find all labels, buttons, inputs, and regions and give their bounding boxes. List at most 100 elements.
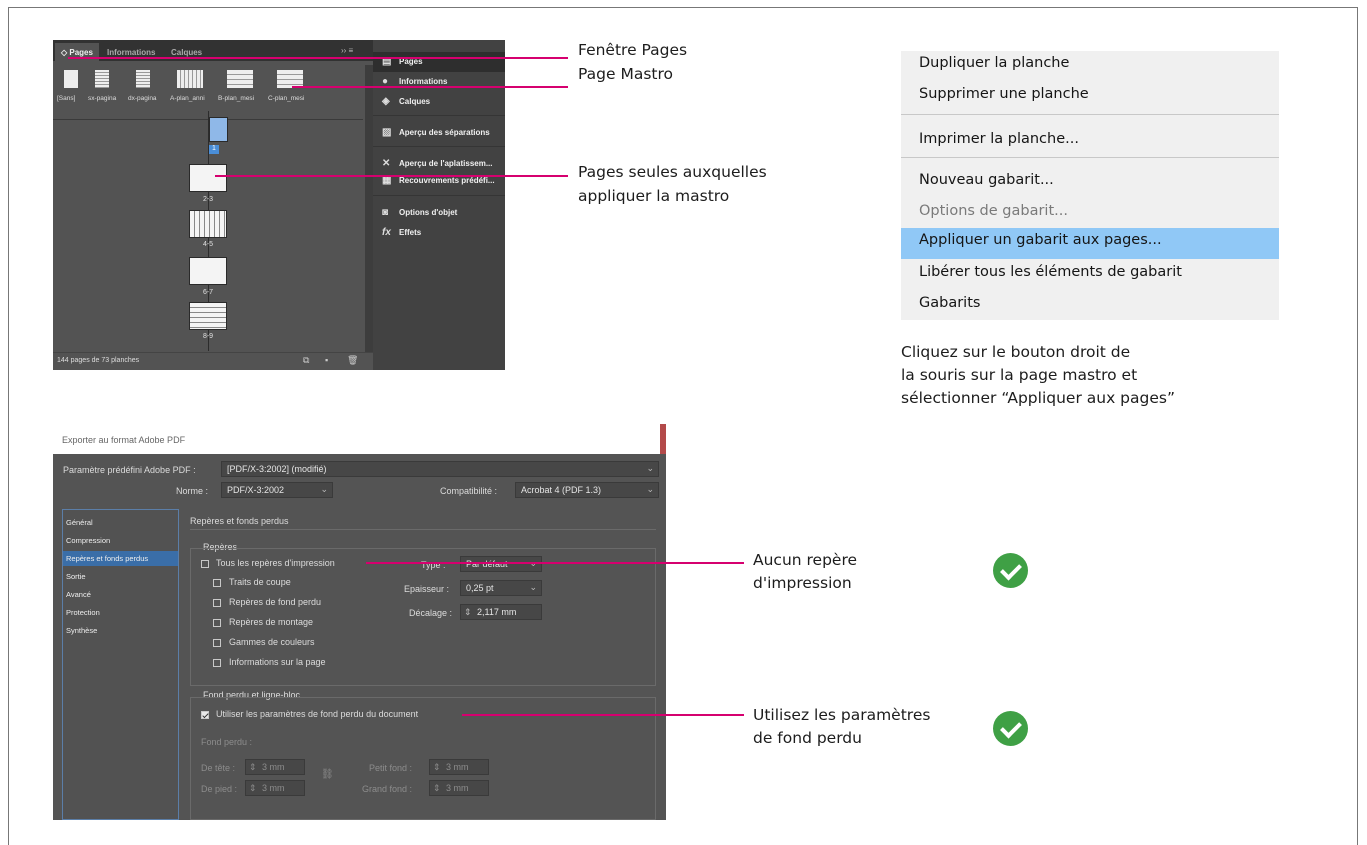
dock-item-calques[interactable]: ◈ Calques xyxy=(373,92,505,112)
annotation-pages-seules-2: appliquer la mastro xyxy=(578,187,730,205)
dock-label: Recouvrements prédéfi... xyxy=(399,176,495,185)
annotation-cliquez-1: Cliquez sur le bouton droit de xyxy=(901,343,1131,361)
panel-dock: ▤ Pages ● Informations ◈ Calques ▨ Aperçu de… xyxy=(373,40,505,370)
bleed-marks-checkbox[interactable] xyxy=(213,599,221,607)
page-label-1: 1 xyxy=(209,145,219,154)
epaisseur-select[interactable]: 0,25 pt ⌄ xyxy=(460,580,542,596)
section-reperes[interactable]: Repères et fonds perdus xyxy=(63,551,178,566)
menu-item-imprimer[interactable]: Imprimer la planche... xyxy=(901,127,1279,155)
menu-item-supprimer[interactable]: Supprimer une planche xyxy=(901,82,1279,110)
dock-item-effets[interactable]: fx Effets xyxy=(373,223,505,243)
fx-icon: fx xyxy=(382,227,391,238)
page-info-checkbox[interactable] xyxy=(213,659,221,667)
decalage-input[interactable]: ⇕ 2,117 mm xyxy=(460,604,542,620)
chevron-down-icon: ⌄ xyxy=(646,484,654,494)
de-tete-input: ⇕ 3 mm xyxy=(245,759,305,775)
crop-marks-checkbox[interactable] xyxy=(213,579,221,587)
preset-select[interactable]: [PDF/X-3:2002] (modifié) ⌄ xyxy=(221,461,659,477)
dialog-title: Exporter au format Adobe PDF xyxy=(53,424,666,454)
separations-icon: ▨ xyxy=(382,127,392,138)
dock-item-options-objet[interactable]: ◙ Options d'objet xyxy=(373,203,505,223)
pages-scrollbar[interactable] xyxy=(365,65,373,355)
page-thumb-4-5[interactable] xyxy=(189,210,227,238)
menu-item-liberer[interactable]: Libérer tous les éléments de gabarit xyxy=(901,260,1279,288)
dock-item-informations[interactable]: ● Informations xyxy=(373,72,505,92)
page-size-icon[interactable]: ⧉ xyxy=(303,355,309,366)
master-thumb-sans[interactable] xyxy=(64,70,78,88)
section-sortie[interactable]: Sortie xyxy=(63,569,178,584)
all-marks-label: Tous les repères d'impression xyxy=(216,558,335,568)
master-label: dx-pagina xyxy=(128,95,157,102)
epaisseur-value: 0,25 pt xyxy=(466,583,494,593)
stepper-icon: ⇕ xyxy=(433,783,441,793)
mark-label: Informations sur la page xyxy=(229,657,326,667)
annotation-cliquez-3: sélectionner “Appliquer aux pages” xyxy=(901,389,1175,407)
section-compression[interactable]: Compression xyxy=(63,533,178,548)
pointer-line xyxy=(292,86,568,88)
new-page-icon[interactable]: ▪ xyxy=(325,355,328,365)
menu-item-nouveau-gabarit[interactable]: Nouveau gabarit... xyxy=(901,168,1279,196)
fond-perdu-label: Fond perdu : xyxy=(201,737,253,747)
master-thumb-dx[interactable] xyxy=(136,70,150,88)
stepper-icon: ⇕ xyxy=(249,783,257,793)
color-bars-checkbox[interactable] xyxy=(213,639,221,647)
mark-label: Gammes de couleurs xyxy=(229,637,315,647)
section-synthese[interactable]: Synthèse xyxy=(63,623,178,638)
menu-item-appliquer-gabarit[interactable]: Appliquer un gabarit aux pages... xyxy=(901,228,1279,259)
master-label: A-plan_anni xyxy=(170,95,205,102)
mark-label: Traits de coupe xyxy=(229,577,291,587)
preset-label: Paramètre prédéfini Adobe PDF : xyxy=(63,465,196,475)
use-doc-bleed-checkbox[interactable] xyxy=(201,711,209,719)
mark-label: Repères de fond perdu xyxy=(229,597,322,607)
menu-item-dupliquer[interactable]: Dupliquer la planche xyxy=(901,51,1279,79)
bleed-value: 3 mm xyxy=(262,762,285,772)
dock-item-pages[interactable]: ▤ Pages xyxy=(373,52,505,72)
page-thumb-2-3[interactable] xyxy=(189,164,227,192)
annotation-page-mastro: Page Mastro xyxy=(578,65,673,83)
dock-label: Calques xyxy=(399,97,431,106)
master-label: C-plan_mesi xyxy=(268,95,305,102)
check-icon xyxy=(993,711,1028,746)
flattener-icon: ✕ xyxy=(382,158,391,169)
trash-icon[interactable]: 🗑 xyxy=(347,355,358,366)
decalage-value: 2,117 mm xyxy=(477,607,517,617)
master-thumb-b[interactable] xyxy=(227,70,253,88)
bleed-value: 3 mm xyxy=(446,762,469,772)
menu-item-gabarits[interactable]: Gabarits xyxy=(901,291,1279,319)
dock-separator xyxy=(373,115,505,116)
registration-marks-checkbox[interactable] xyxy=(213,619,221,627)
norme-select[interactable]: PDF/X-3:2002 ⌄ xyxy=(221,482,333,498)
norme-label: Norme : xyxy=(176,486,209,496)
page-thumb-8-9[interactable] xyxy=(189,302,227,330)
section-general[interactable]: Général xyxy=(63,515,178,530)
pages-footer: 144 pages de 73 planches ⧉ ▪ 🗑 xyxy=(53,352,373,370)
de-pied-label: De pied : xyxy=(201,784,238,794)
panel-menu-icon[interactable]: ›› ≡ xyxy=(341,46,353,55)
pages-count: 144 pages de 73 planches xyxy=(57,357,140,364)
object-options-icon: ◙ xyxy=(382,207,389,218)
type-select[interactable]: Par défaut⌄ xyxy=(460,556,542,572)
mark-label: Repères de montage xyxy=(229,617,314,627)
section-heading: Repères et fonds perdus xyxy=(190,516,289,526)
dock-item-trap[interactable]: ▦ Recouvrements prédéfi... xyxy=(373,171,505,191)
page-thumb-6-7[interactable] xyxy=(189,257,227,285)
section-protection[interactable]: Protection xyxy=(63,605,178,620)
compat-value: Acrobat 4 (PDF 1.3) xyxy=(521,485,602,495)
pointer-line xyxy=(68,57,568,59)
de-tete-label: De tête : xyxy=(201,763,236,773)
dock-label: Effets xyxy=(399,228,422,237)
all-marks-checkbox[interactable] xyxy=(201,560,209,568)
petit-fond-label: Petit fond : xyxy=(369,763,413,773)
dock-item-separations[interactable]: ▨ Aperçu des séparations xyxy=(373,123,505,143)
section-avance[interactable]: Avancé xyxy=(63,587,178,602)
annotation-cliquez-2: la souris sur la page mastro et xyxy=(901,366,1138,384)
master-thumb-a[interactable] xyxy=(177,70,203,88)
annotation-pages-seules-1: Pages seules auxquelles xyxy=(578,163,767,181)
chevron-down-icon: ⌄ xyxy=(529,582,537,592)
heading-rule xyxy=(190,529,656,530)
master-thumb-sx[interactable] xyxy=(95,70,109,88)
page-thumb-1[interactable] xyxy=(209,117,228,142)
dock-label: Aperçu des séparations xyxy=(399,128,490,137)
page-label: 4-5 xyxy=(202,241,214,248)
compat-select[interactable]: Acrobat 4 (PDF 1.3) ⌄ xyxy=(515,482,659,498)
